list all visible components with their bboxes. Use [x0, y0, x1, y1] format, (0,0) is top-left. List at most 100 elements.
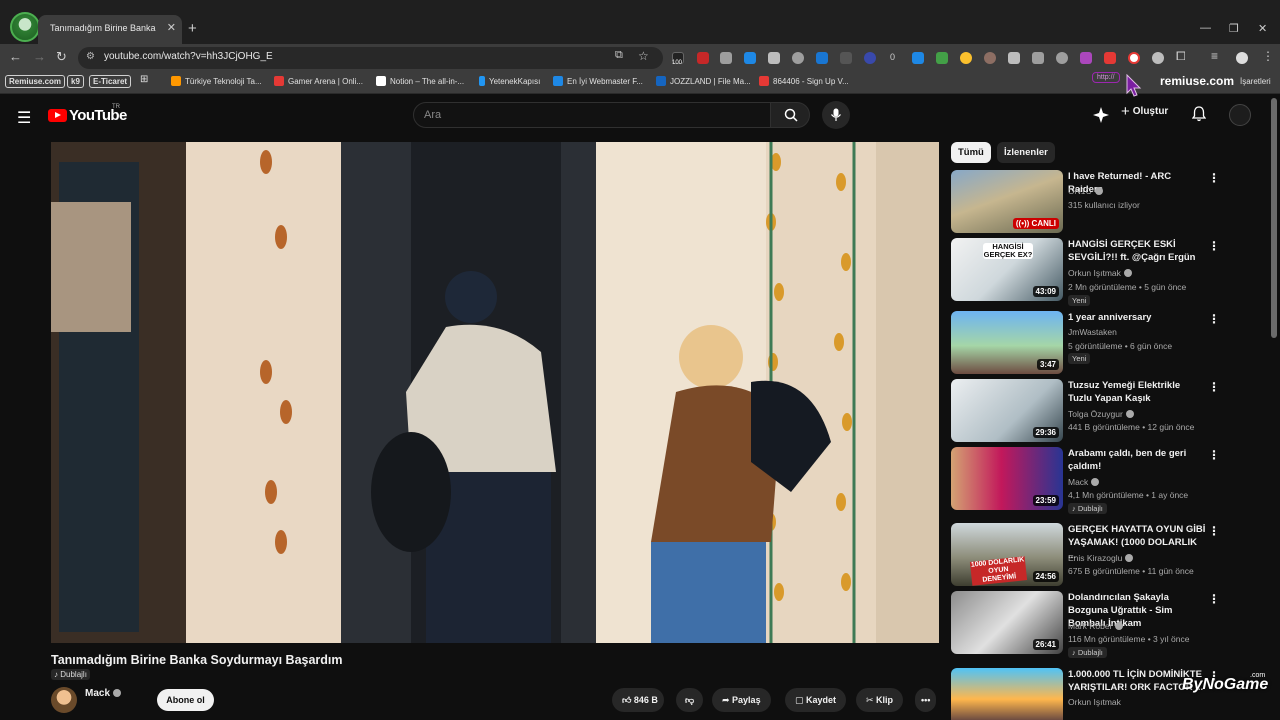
reload-icon[interactable]: ↻ — [56, 49, 67, 65]
video-thumbnail[interactable]: 3:47 — [951, 311, 1063, 374]
recommendation-title[interactable]: 1 year anniversary — [1068, 311, 1206, 324]
browser-tab-active[interactable]: Tanımadığım Birine Banka Soydu ✕ — [38, 15, 182, 44]
bookmark-item[interactable]: Türkiye Teknoloji Ta... — [171, 76, 262, 86]
browser-profile-avatar[interactable] — [10, 12, 40, 42]
create-button[interactable]: + Oluştur — [1117, 103, 1172, 127]
recommendation-item[interactable]: 29:36 Tuzsuz Yemeği Elektrikle Tuzlu Yap… — [951, 379, 1220, 445]
chip-watched[interactable]: İzlenenler — [997, 142, 1055, 163]
more-options-icon[interactable]: ⋮ — [1208, 448, 1220, 462]
recommendation-channel[interactable]: Orkun Işıtmak — [1068, 697, 1121, 707]
bookmark-k9[interactable]: k9 — [67, 75, 84, 88]
more-options-icon[interactable]: ⋮ — [1208, 171, 1220, 185]
address-bar[interactable]: ⚙ youtube.com/watch?v=hh3JCjOHG_E — [78, 47, 663, 69]
forward-icon[interactable]: → — [33, 49, 46, 64]
subscribe-button[interactable]: Abone ol — [157, 689, 214, 711]
extension-icon[interactable] — [1056, 52, 1068, 64]
recommendation-item[interactable]: 23:59 Arabamı çaldı, ben de geri çaldım!… — [951, 447, 1220, 514]
recommendation-item[interactable]: ((•)) CANLI I have Returned! - ARC Raide… — [951, 170, 1220, 236]
shield-extension-icon[interactable] — [792, 52, 804, 64]
site-info-icon[interactable]: ⚙ — [86, 51, 95, 62]
tab-close-icon[interactable]: ✕ — [167, 21, 176, 34]
page-scrollbar[interactable] — [1271, 98, 1277, 338]
more-options-icon[interactable]: ⋮ — [1208, 524, 1220, 538]
like-button[interactable]: 👍︎ 846 B — [612, 688, 664, 712]
share-button[interactable]: ➦ Paylaş — [712, 688, 771, 712]
recommendation-item[interactable]: 3:47 1 year anniversary JmWastaken 5 gör… — [951, 311, 1220, 377]
extension-icon[interactable] — [1032, 52, 1044, 64]
video-thumbnail[interactable]: 29:36 — [951, 379, 1063, 442]
extension-icon[interactable] — [697, 52, 709, 64]
recommendation-channel[interactable]: Mack — [1068, 477, 1100, 487]
more-options-icon[interactable]: ⋮ — [1208, 592, 1220, 606]
extension-icon[interactable] — [744, 52, 756, 64]
more-options-icon[interactable]: ⋮ — [1208, 380, 1220, 394]
apps-grid-icon[interactable]: ⊞ — [140, 74, 148, 85]
minimize-icon[interactable]: — — [1200, 22, 1211, 34]
channel-avatar[interactable] — [51, 687, 77, 713]
bookmark-item[interactable]: Gamer Arena | Onli... — [274, 76, 363, 86]
extension-icon[interactable] — [936, 52, 948, 64]
recommendation-channel[interactable]: Mark Rober — [1068, 621, 1124, 631]
recommendation-item[interactable]: 1000 DOLARLIK OYUN DENEYİMİ 24:56 GERÇEK… — [951, 523, 1220, 589]
more-actions-button[interactable]: ••• — [915, 688, 937, 712]
video-thumbnail[interactable]: 26:41 — [951, 591, 1063, 654]
extension-icon[interactable] — [1152, 52, 1164, 64]
account-avatar[interactable] — [1229, 104, 1251, 126]
video-thumbnail[interactable]: 1000 DOLARLIK OYUN DENEYİMİ 24:56 — [951, 523, 1063, 586]
more-options-icon[interactable]: ⋮ — [1208, 239, 1220, 253]
bookmark-item[interactable]: En İyi Webmaster F... — [553, 76, 643, 86]
recommendation-title[interactable]: Tuzsuz Yemeği Elektrikle Tuzlu Yapan Kaş… — [1068, 379, 1206, 405]
recommendation-channel[interactable]: ON1C — [1068, 186, 1103, 196]
channel-name[interactable]: Mack — [85, 688, 122, 699]
voice-search-button[interactable] — [822, 101, 850, 129]
gemini-sparkle-icon[interactable] — [1093, 107, 1109, 123]
extension-icon[interactable] — [840, 52, 852, 64]
bookmark-star-icon[interactable]: ☆ — [638, 49, 649, 63]
recommendation-channel[interactable]: Orkun Işıtmak — [1068, 268, 1132, 278]
video-thumbnail[interactable]: ((•)) CANLI — [951, 170, 1063, 233]
search-button[interactable] — [770, 102, 810, 128]
recommendation-title[interactable]: HANGİSİ GERÇEK ESKİ SEVGİLİ?!! ft. @Çağr… — [1068, 238, 1206, 264]
bookmark-eticaret[interactable]: E-Ticaret — [89, 75, 132, 88]
recommendation-title[interactable]: Arabamı çaldı, ben de geri çaldım! — [1068, 447, 1206, 473]
reading-list-icon[interactable]: ≡ — [1211, 49, 1218, 63]
browser-menu-icon[interactable]: ⋮ — [1262, 49, 1274, 63]
pen-extension-icon[interactable] — [768, 52, 780, 64]
clip-button[interactable]: ✂ Klip — [856, 688, 904, 712]
profile-icon[interactable] — [1236, 52, 1248, 64]
bookmark-item[interactable]: Notion – The all-in-... — [376, 76, 464, 86]
recommendation-channel[interactable]: Enis Kirazoglu — [1068, 553, 1134, 563]
window-close-icon[interactable]: ✕ — [1258, 22, 1267, 35]
translate-extension-icon[interactable] — [816, 52, 828, 64]
bookmark-remiuse[interactable]: Remiuse.com — [5, 75, 66, 88]
save-button[interactable]: ▢ Kaydet — [785, 688, 847, 712]
bookmark-item[interactable]: 864406 - Sign Up V... — [759, 76, 849, 86]
recommendation-channel[interactable]: Tolga Özuygur — [1068, 409, 1134, 419]
all-bookmarks[interactable]: İşaretleri — [1240, 77, 1271, 86]
download-extension-icon[interactable] — [912, 52, 924, 64]
extension-icon[interactable] — [984, 52, 996, 64]
video-thumbnail[interactable]: 23:59 — [951, 447, 1063, 510]
cast-icon[interactable]: ⧉ — [615, 49, 623, 62]
notifications-icon[interactable] — [1192, 106, 1206, 122]
recommendation-item[interactable]: 1.000.000 TL İÇİN DOMİNİKTE YARIŞTILAR! … — [951, 668, 1220, 720]
camera-extension-icon[interactable] — [720, 52, 732, 64]
chip-all[interactable]: Tümü — [951, 142, 991, 163]
extension-icon[interactable] — [1128, 52, 1140, 64]
extension-icon[interactable] — [1008, 52, 1020, 64]
video-player[interactable] — [51, 142, 939, 643]
new-tab-icon[interactable]: + — [188, 20, 197, 37]
dislike-button[interactable]: 👎︎ — [676, 688, 704, 712]
back-icon[interactable]: ← — [9, 49, 22, 64]
youtube-logo-icon[interactable] — [48, 109, 67, 122]
maximize-icon[interactable]: ❐ — [1229, 22, 1239, 35]
video-thumbnail[interactable] — [951, 668, 1063, 720]
extensions-puzzle-icon[interactable]: ⧠ — [1176, 49, 1186, 64]
extension-icon[interactable] — [1104, 52, 1116, 64]
more-options-icon[interactable]: ⋮ — [1208, 312, 1220, 326]
recommendation-item[interactable]: 26:41 Dolandırıcılan Şakayla Bozguna Uğr… — [951, 591, 1220, 658]
menu-icon[interactable]: ☰ — [17, 108, 31, 128]
recommendation-channel[interactable]: JmWastaken — [1068, 327, 1117, 337]
search-input[interactable]: Ara — [413, 102, 771, 128]
recommendation-item[interactable]: HANGİSİ GERÇEK EX? 43:09 HANGİSİ GERÇEK … — [951, 238, 1220, 306]
